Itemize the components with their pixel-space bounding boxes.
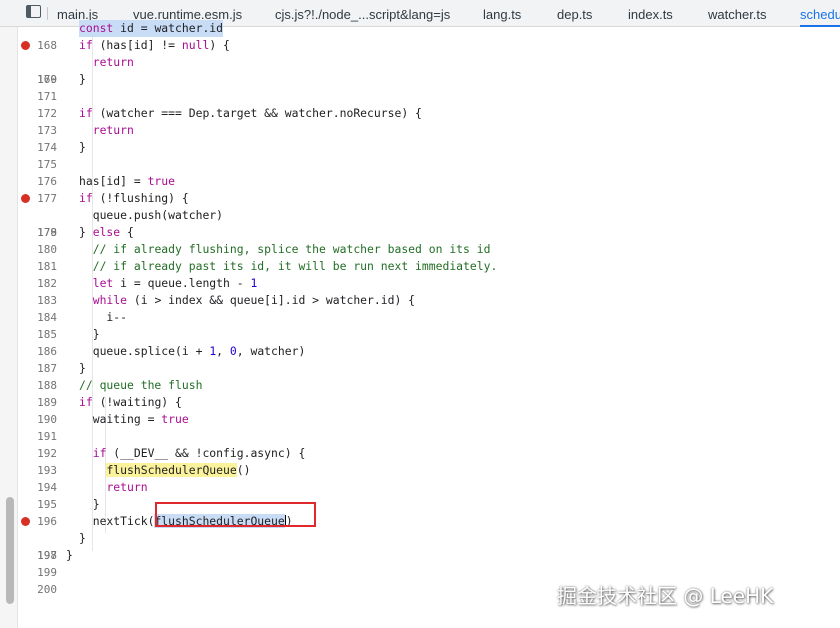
code-line: 182 // if already past its id, it will b… [18, 258, 840, 290]
code-line: 178 if (!flushing) { [18, 190, 840, 239]
vertical-scrollbar-thumb[interactable] [6, 497, 14, 604]
breakpoint-marker-icon[interactable] [21, 194, 30, 203]
code-line: 190 if (!waiting) { [18, 394, 840, 426]
code-line: 185 i-- [18, 309, 840, 341]
code-line: 177 has[id] = true [18, 173, 840, 205]
code-line: 188 } [18, 360, 840, 392]
code-line: 186 } [18, 326, 840, 358]
code-line: 196 } [18, 496, 840, 528]
code-line: 168 const id = watcher.id [18, 20, 840, 52]
code-line: 174 return [18, 122, 840, 154]
code-line: 198 } [18, 530, 840, 562]
code-line: 169 if (has[id] != null) { [18, 37, 840, 86]
editor-scroll-strip [0, 27, 18, 628]
code-line-current: 197 nextTick(flushSchedulerQueue) [18, 513, 840, 562]
code-line: 195 return [18, 479, 840, 511]
code-line: 192 [18, 428, 840, 460]
code-line: 172 [18, 88, 840, 120]
code-line: 179 queue.push(watcher) [18, 207, 840, 239]
code-line: 200 [18, 564, 840, 596]
code-line: 173 if (watcher === Dep.target && watche… [18, 105, 840, 137]
code-line: 175 } [18, 139, 840, 171]
code-line: 193 if (__DEV__ && !config.async) { [18, 445, 840, 477]
code-line: 176 [18, 156, 840, 188]
code-line: 180 } else { [18, 224, 840, 256]
code-line: 194 flushSchedulerQueue() [18, 462, 840, 494]
code-comment: // queue the flush [79, 378, 203, 392]
code-comment: // if already past its id, it will be ru… [92, 259, 498, 273]
line-number[interactable]: 200 [18, 581, 57, 598]
code-line: 199 } [18, 547, 840, 579]
toggle-navigator-icon[interactable] [26, 5, 41, 18]
code-line: 183 let i = queue.length - 1 [18, 275, 840, 307]
breakpoint-marker-icon[interactable] [21, 41, 30, 50]
code-line: 170 return [18, 54, 840, 86]
annotation-highlight-box [155, 502, 316, 527]
code-line: 189 // queue the flush [18, 377, 840, 409]
tab-separator [47, 7, 48, 20]
code-line: 184 while (i > index && queue[i].id > wa… [18, 292, 840, 324]
breakpoint-marker-icon[interactable] [21, 517, 30, 526]
code-comment: // if already flushing, splice the watch… [92, 242, 491, 256]
code-line: 181 // if already flushing, splice the w… [18, 241, 840, 273]
code-line: 171 } [18, 71, 840, 103]
code-line: 191 waiting = true [18, 411, 840, 443]
watermark-text: 掘金技术社区 @ LeeHK [557, 584, 774, 608]
code-editor[interactable]: 168 const id = watcher.id 169 if (has[id… [18, 20, 840, 628]
code-line: 187 queue.splice(i + 1, 0, watcher) [18, 343, 840, 375]
